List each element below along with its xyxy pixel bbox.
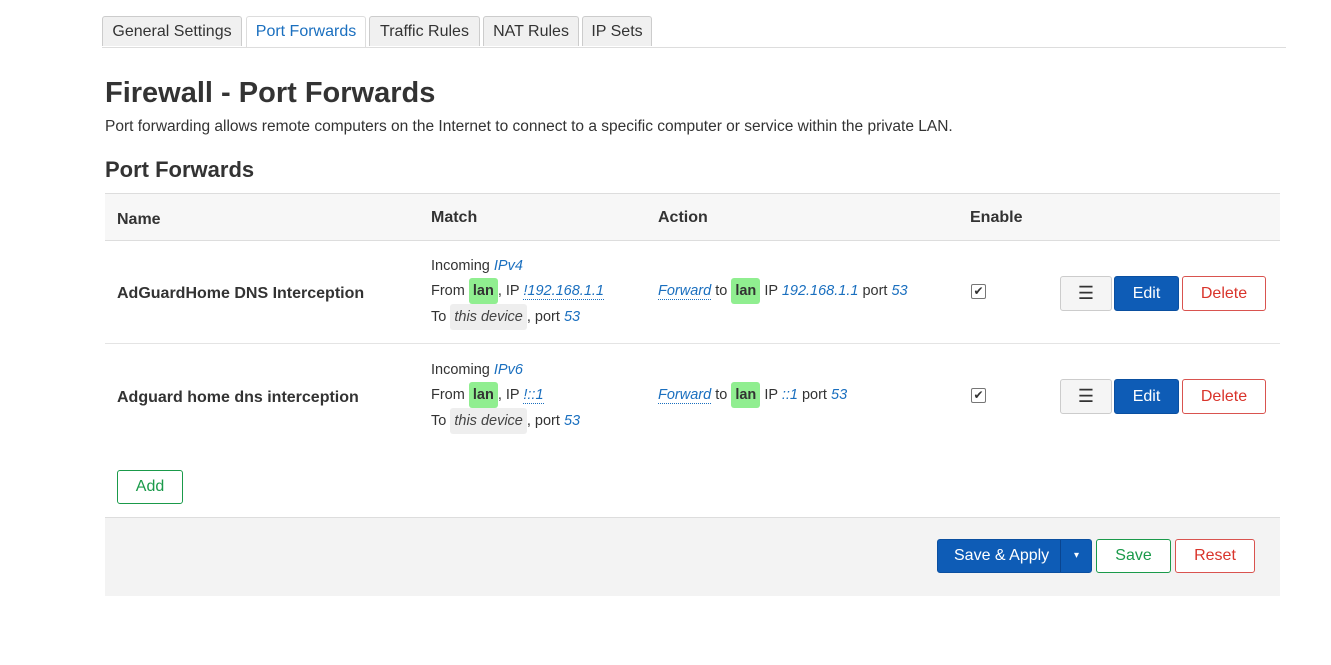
to-label: to xyxy=(715,387,728,403)
column-header-match: Match xyxy=(431,209,478,226)
rule-name: Adguard home dns interception xyxy=(117,389,359,406)
to-label: to xyxy=(715,283,728,299)
port-label: port xyxy=(862,283,888,299)
ip-label: , IP xyxy=(497,283,520,299)
table-header: Name Match Action Enable xyxy=(105,193,1280,241)
column-header-enable: Enable xyxy=(970,209,1023,226)
match-incoming: Incoming IPv6 xyxy=(431,362,523,378)
drag-handle-button[interactable]: ☰ xyxy=(1060,379,1112,414)
target-port: 53 xyxy=(891,283,908,299)
add-button[interactable]: Add xyxy=(117,470,183,504)
section-title: Port Forwards xyxy=(105,157,255,182)
port-label: port xyxy=(801,387,827,403)
table-row: Adguard home dns interception Incoming I… xyxy=(105,344,1280,447)
destination-device-badge: this device xyxy=(450,304,527,330)
save-apply-button[interactable]: Save & Apply ▾ xyxy=(937,539,1092,573)
enable-checkbox[interactable]: ✔ xyxy=(971,388,986,403)
match-incoming: Incoming IPv4 xyxy=(431,258,523,274)
delete-button[interactable]: Delete xyxy=(1182,379,1266,414)
match-from: From lan, IP !::1 xyxy=(431,382,544,408)
incoming-label: Incoming xyxy=(431,362,490,378)
reset-button[interactable]: Reset xyxy=(1175,539,1255,573)
from-label: From xyxy=(431,283,465,299)
to-label: To xyxy=(431,309,447,325)
incoming-label: Incoming xyxy=(431,258,490,274)
column-header-action: Action xyxy=(658,209,708,226)
target-ip: 192.168.1.1 xyxy=(781,283,859,299)
source-ip-link[interactable]: !192.168.1.1 xyxy=(523,283,604,300)
save-button[interactable]: Save xyxy=(1096,539,1171,573)
zone-badge-lan: lan xyxy=(731,278,761,304)
source-port: 53 xyxy=(563,413,581,429)
delete-button[interactable]: Delete xyxy=(1182,276,1266,311)
save-apply-label: Save & Apply xyxy=(954,547,1050,564)
source-ip-link[interactable]: !::1 xyxy=(523,387,544,404)
tab-port-forwards[interactable]: Port Forwards xyxy=(246,16,366,47)
edit-button[interactable]: Edit xyxy=(1114,276,1179,311)
ip-label: IP xyxy=(764,283,778,299)
port-label: , port xyxy=(526,309,560,325)
page-title: Firewall - Port Forwards xyxy=(105,77,436,109)
tab-general-settings[interactable]: General Settings xyxy=(102,16,242,46)
enable-checkbox[interactable]: ✔ xyxy=(971,284,986,299)
action-description: Forward to lan IP ::1 port 53 xyxy=(658,382,847,408)
destination-device-badge: this device xyxy=(450,408,527,434)
drag-handle-button[interactable]: ☰ xyxy=(1060,276,1112,311)
forward-link[interactable]: Forward xyxy=(658,387,712,404)
from-label: From xyxy=(431,387,465,403)
tab-nat-rules[interactable]: NAT Rules xyxy=(483,16,579,46)
column-header-name: Name xyxy=(117,211,161,228)
target-port: 53 xyxy=(831,387,848,403)
protocol-family: IPv4 xyxy=(493,258,523,274)
tab-ip-sets[interactable]: IP Sets xyxy=(582,16,652,46)
source-port: 53 xyxy=(563,309,581,325)
match-to: To this device, port 53 xyxy=(431,304,580,330)
table-row: AdGuardHome DNS Interception Incoming IP… xyxy=(105,241,1280,344)
action-description: Forward to lan IP 192.168.1.1 port 53 xyxy=(658,278,908,304)
port-label: , port xyxy=(526,413,560,429)
tab-traffic-rules[interactable]: Traffic Rules xyxy=(369,16,480,46)
tab-bar: General Settings Port Forwards Traffic R… xyxy=(102,16,1286,48)
zone-badge-lan: lan xyxy=(731,382,761,408)
edit-button[interactable]: Edit xyxy=(1114,379,1179,414)
protocol-family: IPv6 xyxy=(493,362,523,378)
chevron-down-icon[interactable]: ▾ xyxy=(1060,540,1092,572)
page-description: Port forwarding allows remote computers … xyxy=(105,118,953,135)
zone-badge-lan: lan xyxy=(468,278,498,304)
to-label: To xyxy=(431,413,447,429)
forward-link[interactable]: Forward xyxy=(658,283,712,300)
match-to: To this device, port 53 xyxy=(431,408,580,434)
zone-badge-lan: lan xyxy=(468,382,498,408)
target-ip: ::1 xyxy=(781,387,798,403)
ip-label: , IP xyxy=(497,387,520,403)
rule-name: AdGuardHome DNS Interception xyxy=(117,285,365,302)
ip-label: IP xyxy=(764,387,778,403)
match-from: From lan, IP !192.168.1.1 xyxy=(431,278,604,304)
